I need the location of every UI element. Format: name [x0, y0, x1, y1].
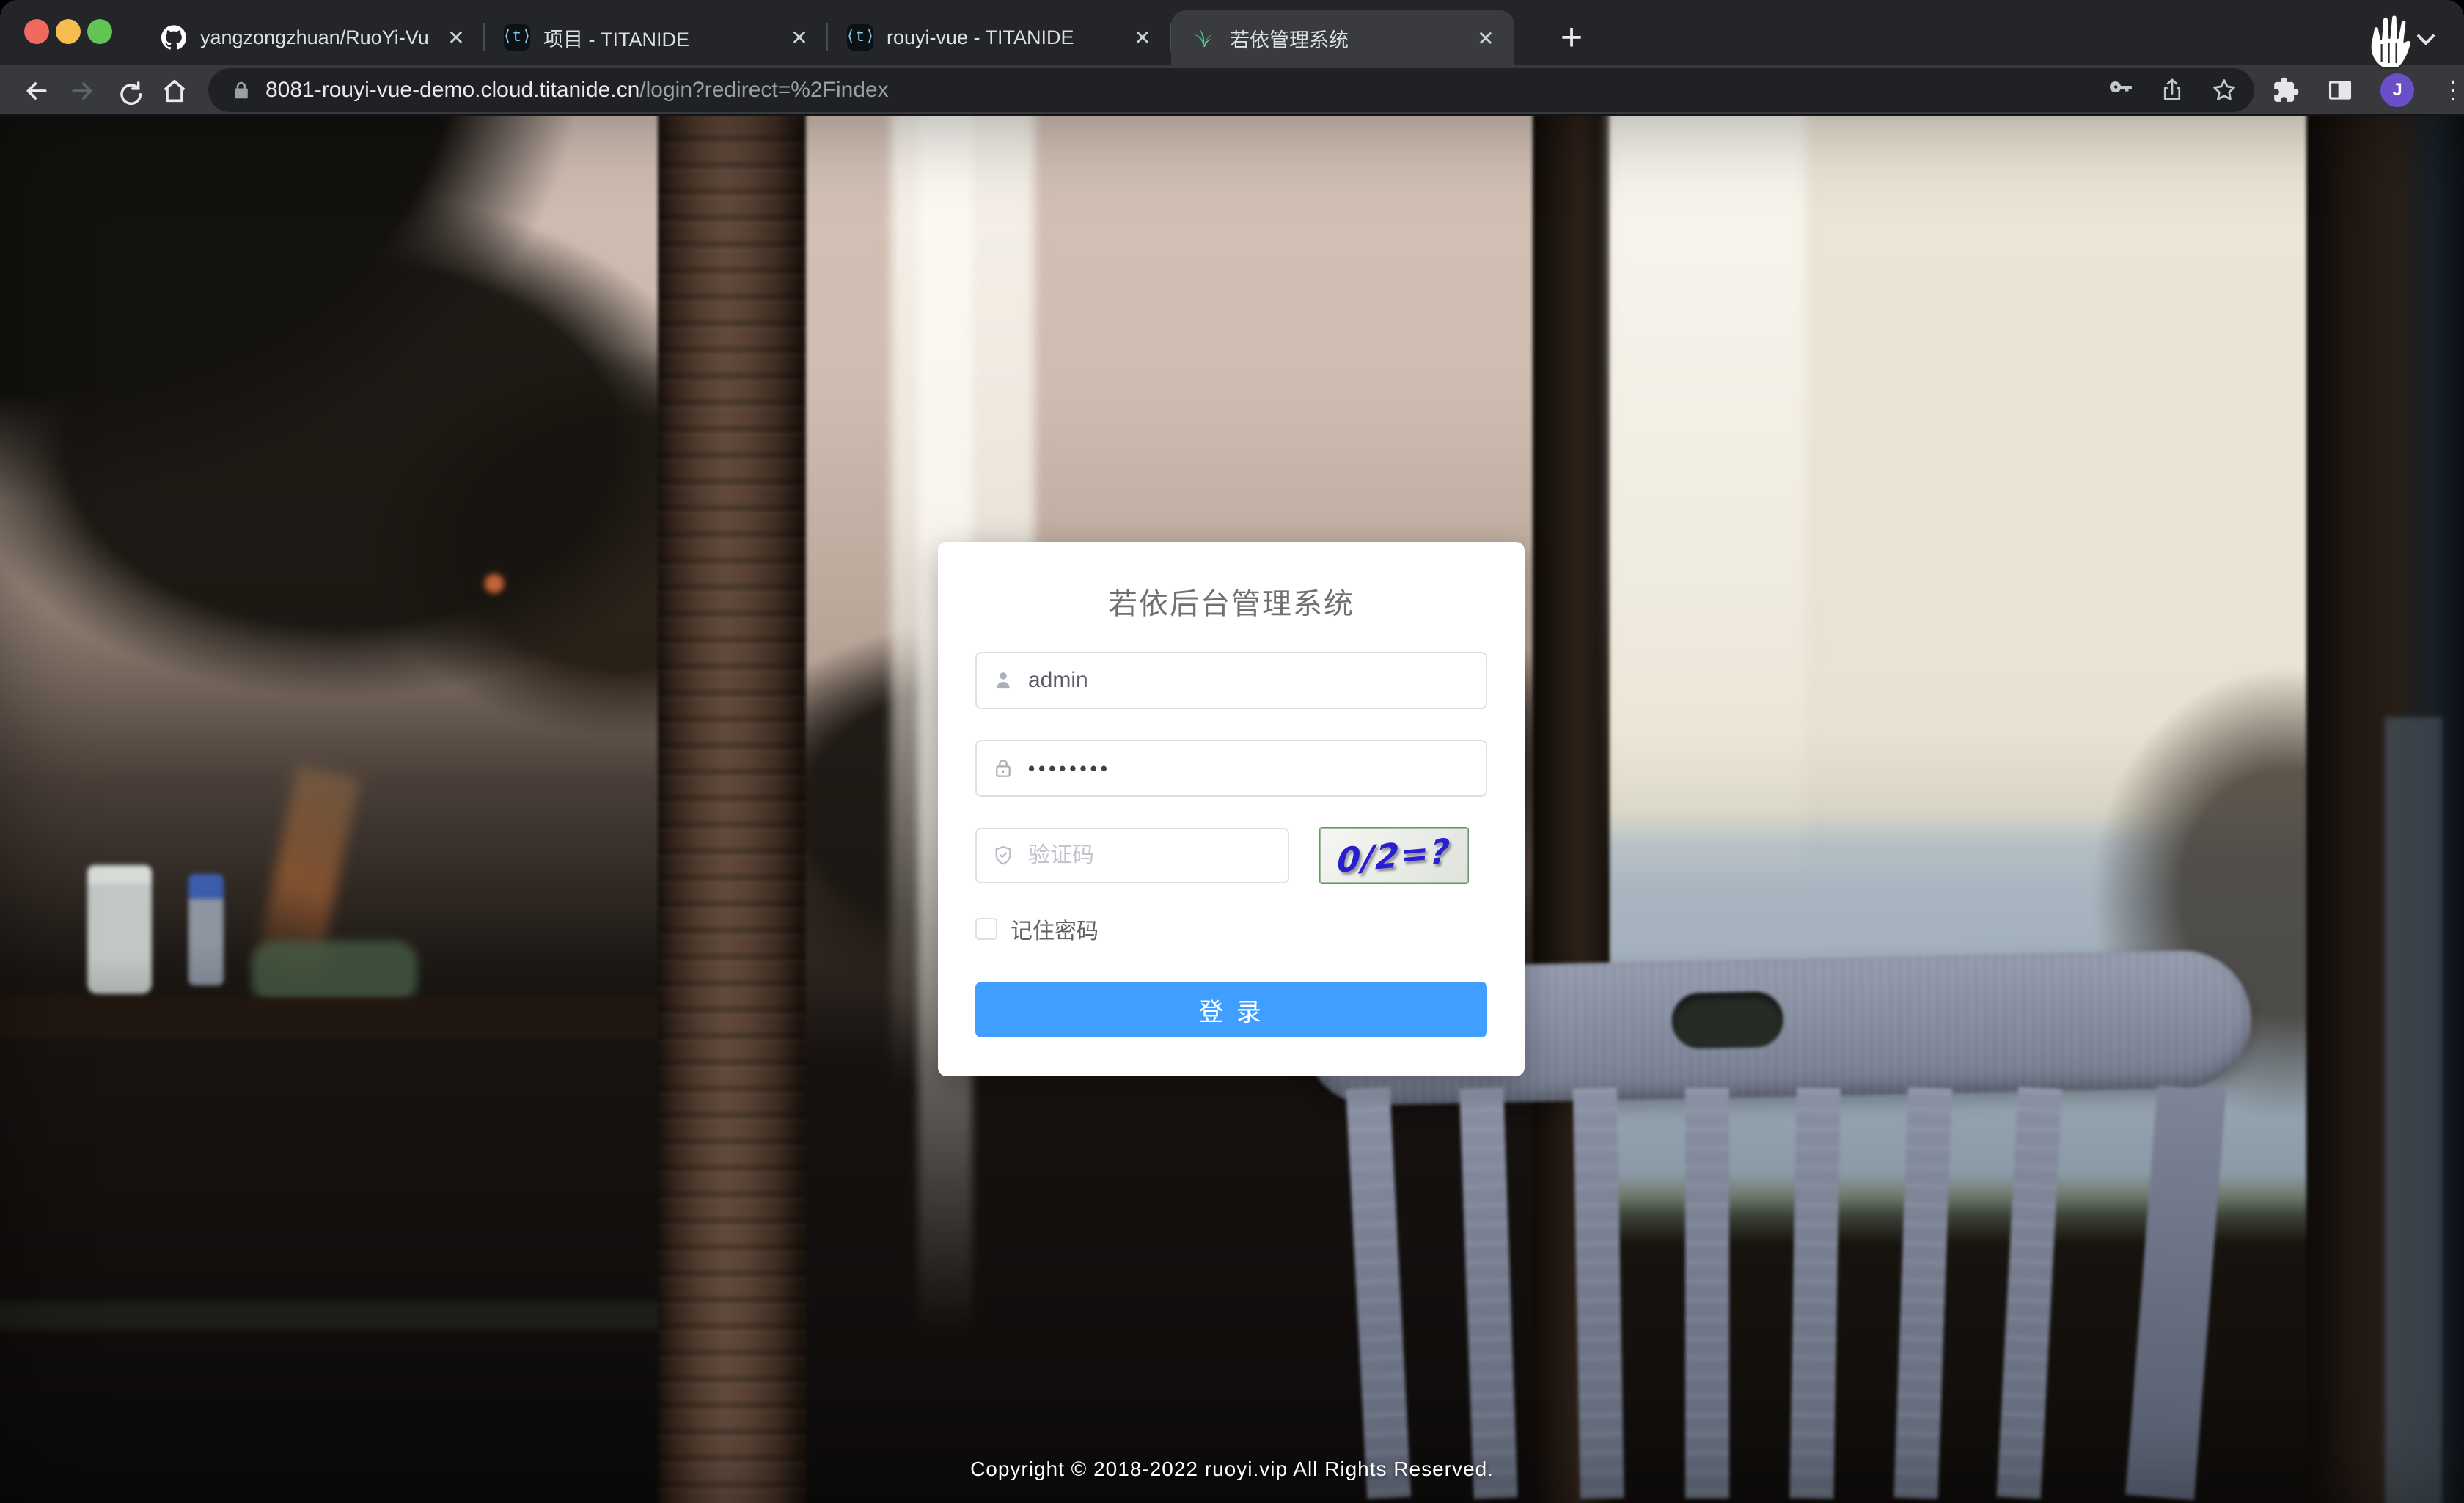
paper-cup	[87, 865, 152, 994]
tab-title: rouyi-vue - TITANIDE	[887, 26, 1117, 49]
bookmark-star-icon[interactable]	[2210, 76, 2238, 104]
bottle	[188, 874, 224, 985]
window-sill	[0, 1302, 665, 1330]
password-input[interactable]	[1015, 741, 1486, 795]
tab-strip: yangzongzhuan/RuoYi-Vue: (Ru ✕ ⟨t⟩ 项目 - …	[0, 0, 2464, 65]
table-edge	[0, 997, 665, 1038]
orange-light-blur	[483, 572, 506, 595]
lock-icon	[991, 757, 1015, 780]
forward-icon[interactable]	[65, 73, 100, 109]
macos-zoom-button[interactable]	[87, 19, 112, 44]
titanide-icon: ⟨t⟩	[504, 24, 530, 51]
curtain-fold-right	[1610, 116, 1806, 886]
login-button[interactable]: 登 录	[975, 982, 1487, 1037]
captcha-input[interactable]	[1015, 829, 1326, 882]
wood-post	[658, 116, 806, 1503]
login-card: 若依后台管理系统 0/2=? 记住密码 登 录	[938, 542, 1525, 1076]
close-icon[interactable]: ✕	[1473, 26, 1498, 51]
close-icon[interactable]: ✕	[1130, 25, 1155, 50]
tab-ruoyi-admin-active[interactable]: 若依管理系统 ✕	[1171, 10, 1514, 66]
hand-cursor-icon	[2360, 6, 2421, 78]
page-viewport: 若依后台管理系统 0/2=? 记住密码 登 录 Copyri	[0, 116, 2464, 1503]
copyright-text: Copyright © 2018-2022 ruoyi.vip All Righ…	[0, 1458, 2464, 1481]
close-icon[interactable]: ✕	[444, 25, 469, 50]
password-field	[975, 740, 1487, 797]
url-host: 8081-rouyi-vue-demo.cloud.titanide.cn	[265, 78, 639, 102]
home-icon[interactable]	[157, 73, 192, 109]
share-icon[interactable]	[2159, 77, 2185, 103]
new-tab-button[interactable]: +	[1549, 15, 1594, 60]
tab-titanide-project[interactable]: ⟨t⟩ 项目 - TITANIDE ✕	[485, 10, 828, 65]
captcha-text: 0/2=?	[1336, 831, 1452, 881]
shield-check-icon	[991, 844, 1015, 867]
back-icon[interactable]	[19, 73, 54, 109]
url-path: /login?redirect=%2Findex	[639, 78, 888, 102]
captcha-field	[975, 828, 1289, 883]
tab-title: 若依管理系统	[1230, 24, 1460, 53]
chair-slat	[1789, 1087, 1841, 1499]
browser-toolbar: 8081-rouyi-vue-demo.cloud.titanide.cn/lo…	[0, 65, 2464, 116]
address-bar[interactable]: 8081-rouyi-vue-demo.cloud.titanide.cn/lo…	[208, 68, 2254, 112]
remember-checkbox[interactable]	[975, 918, 997, 940]
remember-label: 记住密码	[1011, 913, 1099, 945]
login-title: 若依后台管理系统	[938, 580, 1525, 622]
lock-icon	[230, 79, 252, 101]
macos-minimize-button[interactable]	[56, 19, 81, 44]
green-bag	[252, 941, 417, 1004]
side-panel-icon[interactable]	[2326, 76, 2354, 104]
ruoyi-leaf-icon	[1190, 25, 1217, 51]
close-icon[interactable]: ✕	[787, 25, 812, 50]
reload-icon[interactable]	[111, 73, 147, 109]
user-icon	[991, 669, 1015, 692]
tab-title: 项目 - TITANIDE	[543, 23, 774, 52]
titanide-icon: ⟨t⟩	[847, 24, 873, 51]
tab-title: yangzongzhuan/RuoYi-Vue: (Ru	[200, 26, 430, 49]
tab-github-ruoyi-vue[interactable]: yangzongzhuan/RuoYi-Vue: (Ru ✕	[142, 10, 485, 65]
tabs-container: yangzongzhuan/RuoYi-Vue: (Ru ✕ ⟨t⟩ 项目 - …	[142, 10, 1514, 65]
blue-reflection-band	[2385, 717, 2442, 1503]
url-text: 8081-rouyi-vue-demo.cloud.titanide.cn/lo…	[265, 78, 889, 103]
browser-window: yangzongzhuan/RuoYi-Vue: (Ru ✕ ⟨t⟩ 项目 - …	[0, 0, 2464, 1503]
extensions-puzzle-icon[interactable]	[2272, 76, 2300, 104]
chair-slat	[1685, 1088, 1729, 1499]
chair-handle-cutout	[1671, 991, 1784, 1049]
captcha-image[interactable]: 0/2=?	[1320, 828, 1468, 883]
remember-row: 记住密码	[975, 914, 1099, 944]
password-key-icon[interactable]	[2108, 77, 2134, 103]
chair-slat	[1573, 1087, 1624, 1499]
username-field	[975, 652, 1487, 709]
github-icon	[161, 24, 187, 51]
tab-titanide-rouyi-vue[interactable]: ⟨t⟩ rouyi-vue - TITANIDE ✕	[828, 10, 1171, 65]
kebab-menu-icon[interactable]: ⋮	[2441, 78, 2464, 103]
username-input[interactable]	[1015, 653, 1486, 708]
macos-close-button[interactable]	[24, 19, 49, 44]
